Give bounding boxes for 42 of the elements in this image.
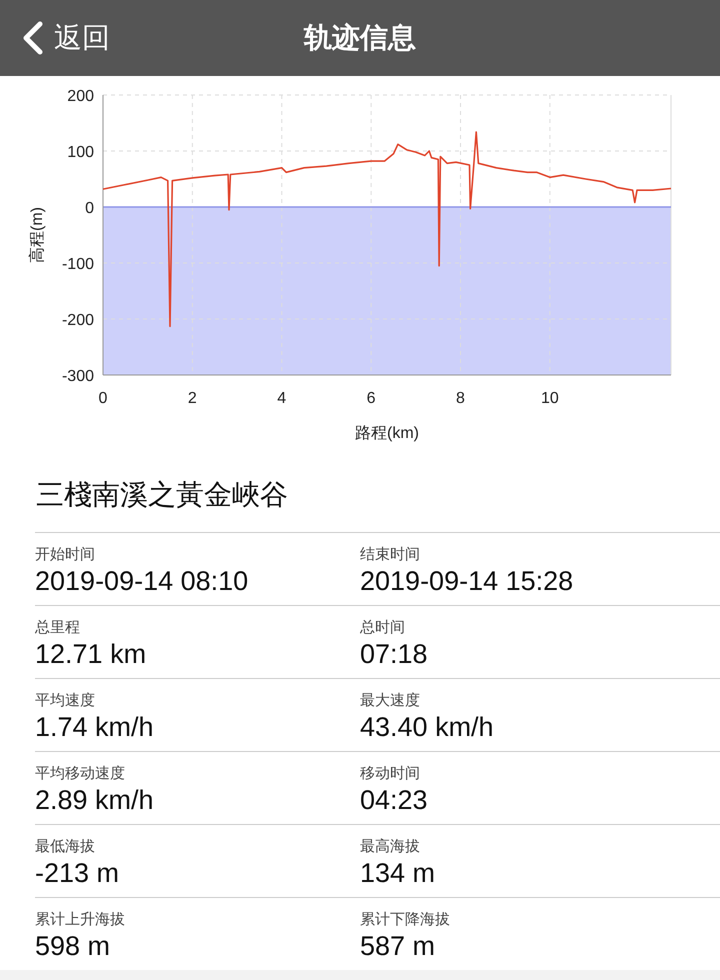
stat-label: 平均移动速度 — [35, 764, 126, 783]
stat-value: 598 m — [35, 931, 112, 962]
back-button[interactable]: 返回 — [0, 19, 110, 57]
stat-label: 累计下降海拔 — [360, 910, 451, 929]
stat-label: 累计上升海拔 — [35, 910, 126, 929]
stat-value: 12.71 km — [35, 639, 148, 670]
stat-label: 最大速度 — [360, 691, 421, 710]
track-name: 三棧南溪之黃金峽谷 — [35, 478, 289, 512]
chevron-left-icon — [22, 21, 44, 55]
stat-label: 总里程 — [35, 618, 81, 637]
stat-label: 平均速度 — [35, 691, 96, 710]
page-title: 轨迹信息 — [304, 21, 416, 55]
x-tick-label: 2 — [188, 390, 197, 407]
y-tick-label: -300 — [62, 368, 94, 385]
x-tick-label: 0 — [98, 390, 108, 407]
x-tick-label: 4 — [277, 390, 286, 407]
stat-value: 1.74 km/h — [35, 712, 155, 743]
stat-label: 最低海拔 — [35, 837, 96, 856]
stat-value: 2.89 km/h — [35, 785, 155, 816]
stat-label: 移动时间 — [360, 764, 421, 783]
stat-value: 134 m — [360, 858, 436, 889]
stat-value: 587 m — [360, 931, 436, 962]
y-tick-label: 0 — [85, 200, 94, 217]
y-tick-label: 100 — [67, 144, 94, 161]
stat-label: 结束时间 — [360, 545, 421, 564]
stat-value: -213 m — [35, 858, 120, 889]
x-tick-label: 10 — [541, 390, 559, 407]
stat-value: 2019-09-14 08:10 — [35, 566, 250, 597]
y-tick-label: -100 — [62, 256, 94, 273]
stat-label: 总时间 — [360, 618, 406, 637]
x-axis-title: 路程(km) — [355, 425, 419, 442]
stat-value: 04:23 — [360, 785, 429, 816]
stat-label: 最高海拔 — [360, 837, 421, 856]
y-tick-label: 200 — [67, 88, 94, 105]
stat-value: 07:18 — [360, 639, 429, 670]
stat-value: 43.40 km/h — [360, 712, 495, 743]
x-tick-label: 6 — [366, 390, 376, 407]
y-tick-label: -200 — [62, 312, 94, 329]
stat-label: 开始时间 — [35, 545, 96, 564]
x-tick-label: 8 — [456, 390, 465, 407]
stat-value: 2019-09-14 15:28 — [360, 566, 574, 597]
y-axis-title: 高程(m) — [29, 207, 46, 263]
